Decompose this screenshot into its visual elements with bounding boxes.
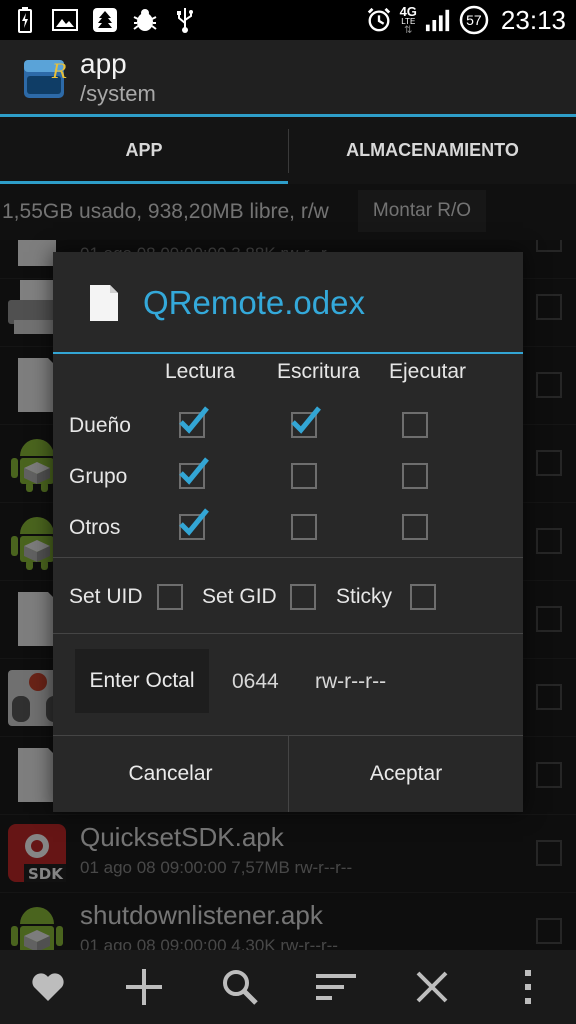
others-write-checkbox[interactable] xyxy=(291,514,317,540)
row-label-owner: Dueño xyxy=(69,414,131,437)
dialog-buttons: Cancelar Aceptar xyxy=(53,736,523,812)
battery-percent: 57 xyxy=(466,12,482,28)
tab-almacenamiento[interactable]: ALMACENAMIENTO xyxy=(289,117,576,184)
divider xyxy=(53,633,523,634)
row-label-others: Otros xyxy=(69,516,121,539)
setgid-label: Set GID xyxy=(202,585,277,608)
checkmark-icon xyxy=(179,508,209,536)
column-header-read: Lectura xyxy=(165,360,236,383)
row-label-group: Grupo xyxy=(69,465,128,488)
divider xyxy=(53,557,523,558)
network-indicator: 4G LTE ⇅ xyxy=(399,3,417,36)
document-icon xyxy=(89,284,119,322)
permissions-dialog: QRemote.odex Lectura Escritura Ejecutar … xyxy=(53,252,523,812)
tree-icon xyxy=(92,7,118,33)
setgid-checkbox[interactable] xyxy=(290,584,316,610)
accept-button[interactable]: Aceptar xyxy=(289,736,523,812)
svg-text:R: R xyxy=(51,59,67,83)
usb-icon xyxy=(172,7,198,33)
app-logo-icon[interactable]: R xyxy=(22,54,68,102)
signal-icon xyxy=(425,7,451,33)
setuid-label: Set UID xyxy=(69,585,143,608)
page-title: app xyxy=(80,48,127,79)
overflow-menu-icon[interactable] xyxy=(505,966,551,1008)
alarm-icon xyxy=(366,7,392,33)
column-header-write: Escritura xyxy=(277,360,360,383)
enter-octal-button[interactable]: Enter Octal xyxy=(75,649,209,713)
column-header-execute: Ejecutar xyxy=(389,360,467,383)
checkmark-icon xyxy=(179,457,209,485)
battery-charging-icon xyxy=(12,7,38,33)
dialog-title: QRemote.odex xyxy=(143,284,365,321)
group-execute-checkbox[interactable] xyxy=(402,463,428,489)
battery-level-icon: 57 xyxy=(459,5,489,35)
group-write-checkbox[interactable] xyxy=(291,463,317,489)
image-icon xyxy=(52,7,78,33)
others-execute-checkbox[interactable] xyxy=(402,514,428,540)
network-type: 4G xyxy=(399,3,417,19)
owner-read-checkbox[interactable] xyxy=(179,406,209,438)
bug-icon xyxy=(132,7,158,33)
status-bar: 4G LTE ⇅ 57 23:13 xyxy=(0,0,576,40)
others-read-checkbox[interactable] xyxy=(179,508,209,540)
plus-icon[interactable] xyxy=(121,966,167,1008)
clock: 23:13 xyxy=(500,4,566,35)
owner-execute-checkbox[interactable] xyxy=(402,412,428,438)
group-read-checkbox[interactable] xyxy=(179,457,209,489)
action-bar: R app /system xyxy=(0,40,576,114)
sort-icon[interactable] xyxy=(313,966,359,1008)
octal-value: 0644 xyxy=(232,670,279,693)
heart-icon[interactable] xyxy=(25,966,71,1008)
tab-bar: APP ALMACENAMIENTO xyxy=(0,114,576,187)
owner-write-checkbox[interactable] xyxy=(291,406,321,438)
sticky-label: Sticky xyxy=(336,585,393,608)
page-subtitle: /system xyxy=(80,81,156,106)
dialog-header: QRemote.odex xyxy=(53,252,523,354)
bottom-toolbar xyxy=(0,950,576,1024)
checkmark-icon xyxy=(291,406,321,434)
cancel-button[interactable]: Cancelar xyxy=(53,736,288,812)
search-icon[interactable] xyxy=(217,966,263,1008)
sticky-checkbox[interactable] xyxy=(410,584,436,610)
close-icon[interactable] xyxy=(409,966,455,1008)
permission-string: rw-r--r-- xyxy=(315,670,387,693)
tab-app[interactable]: APP xyxy=(0,117,288,184)
setuid-checkbox[interactable] xyxy=(157,584,183,610)
checkmark-icon xyxy=(179,406,209,434)
